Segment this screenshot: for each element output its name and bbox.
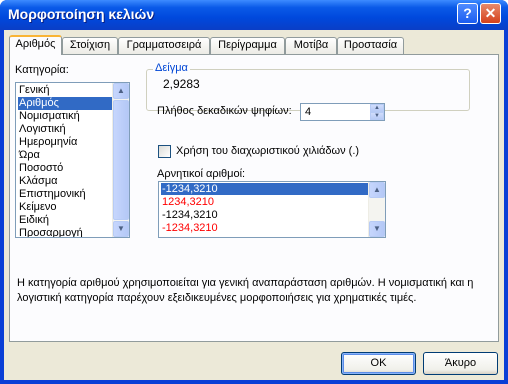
scroll-up-icon[interactable]: ▲ [369, 182, 385, 198]
negative-numbers-list[interactable]: -1234,3210 1234,3210 -1234,3210 -1234,32… [158, 181, 386, 238]
tab-protection[interactable]: Προστασία [337, 37, 404, 54]
decimals-label: Πλήθος δεκαδικών ψηφίων: [157, 105, 292, 117]
negative-item-selected[interactable]: -1234,3210 [161, 183, 369, 195]
help-button[interactable]: ? [457, 3, 478, 24]
tab-font[interactable]: Γραμματοσειρά [118, 37, 210, 54]
dialog-window: Μορφοποίηση κελιών ? ✕ Αριθμός Στοίχιση … [0, 0, 508, 384]
negative-numbers-label: Αρνητικοί αριθμοί: [157, 168, 246, 180]
tab-number[interactable]: Αριθμός [9, 35, 62, 55]
category-item[interactable]: Προσαρμογή [18, 227, 83, 237]
scroll-down-icon[interactable]: ▼ [113, 221, 129, 237]
category-item[interactable]: Νομισματική [18, 110, 80, 123]
category-item[interactable]: Ειδική [18, 214, 49, 227]
thousands-separator-checkbox[interactable] [158, 145, 171, 158]
cancel-button[interactable]: Άκυρο [423, 352, 498, 375]
dialog-client: Αριθμός Στοίχιση Γραμματοσειρά Περίγραμμ… [4, 30, 504, 380]
tab-border[interactable]: Περίγραμμα [210, 37, 285, 54]
category-item[interactable]: Κλάσμα [18, 175, 58, 188]
category-item-selected[interactable]: Αριθμός [18, 97, 113, 110]
title-bar[interactable]: Μορφοποίηση κελιών ? ✕ [0, 0, 508, 30]
category-scrollbar[interactable]: ▲ ▼ [112, 83, 129, 237]
sample-value: 2,9283 [163, 77, 200, 91]
close-button[interactable]: ✕ [480, 3, 501, 24]
decimals-stepper[interactable]: 4 ▲ ▼ [300, 103, 385, 121]
scroll-thumb[interactable] [113, 100, 129, 220]
category-item[interactable]: Κείμενο [18, 201, 57, 214]
tab-patterns[interactable]: Μοτίβα [285, 37, 337, 54]
decimals-value[interactable]: 4 [305, 106, 311, 118]
dialog-title: Μορφοποίηση κελιών [8, 6, 155, 22]
category-item[interactable]: Ώρα [18, 149, 40, 162]
category-item[interactable]: Ημερομηνία [18, 136, 77, 149]
category-label: Κατηγορία: [15, 64, 69, 76]
category-item[interactable]: Ποσοστό [18, 162, 63, 175]
scroll-up-icon[interactable]: ▲ [113, 83, 129, 99]
category-list[interactable]: Γενική Αριθμός Νομισματική Λογιστική Ημε… [15, 82, 130, 238]
sample-label: Δείγμα [153, 62, 190, 74]
tab-alignment[interactable]: Στοίχιση [62, 37, 118, 54]
category-item[interactable]: Γενική [18, 84, 50, 97]
ok-button[interactable]: OK [341, 352, 416, 375]
category-description: Η κατηγορία αριθμού χρησιμοποιείται για … [17, 277, 474, 304]
category-item[interactable]: Λογιστική [18, 123, 66, 136]
negative-item[interactable]: -1234,3210 [161, 209, 218, 221]
negative-scrollbar[interactable]: ▲ ▼ [368, 182, 385, 237]
negative-item[interactable]: 1234,3210 [161, 196, 214, 208]
thousands-separator-label[interactable]: Χρήση του διαχωριστικού χιλιάδων (.) [176, 145, 359, 157]
negative-item[interactable]: -1234,3210 [161, 222, 218, 234]
category-item[interactable]: Επιστημονική [18, 188, 86, 201]
scroll-down-icon[interactable]: ▼ [369, 221, 385, 237]
spin-up-icon[interactable]: ▲ [370, 104, 384, 112]
spin-down-icon[interactable]: ▼ [370, 112, 384, 120]
